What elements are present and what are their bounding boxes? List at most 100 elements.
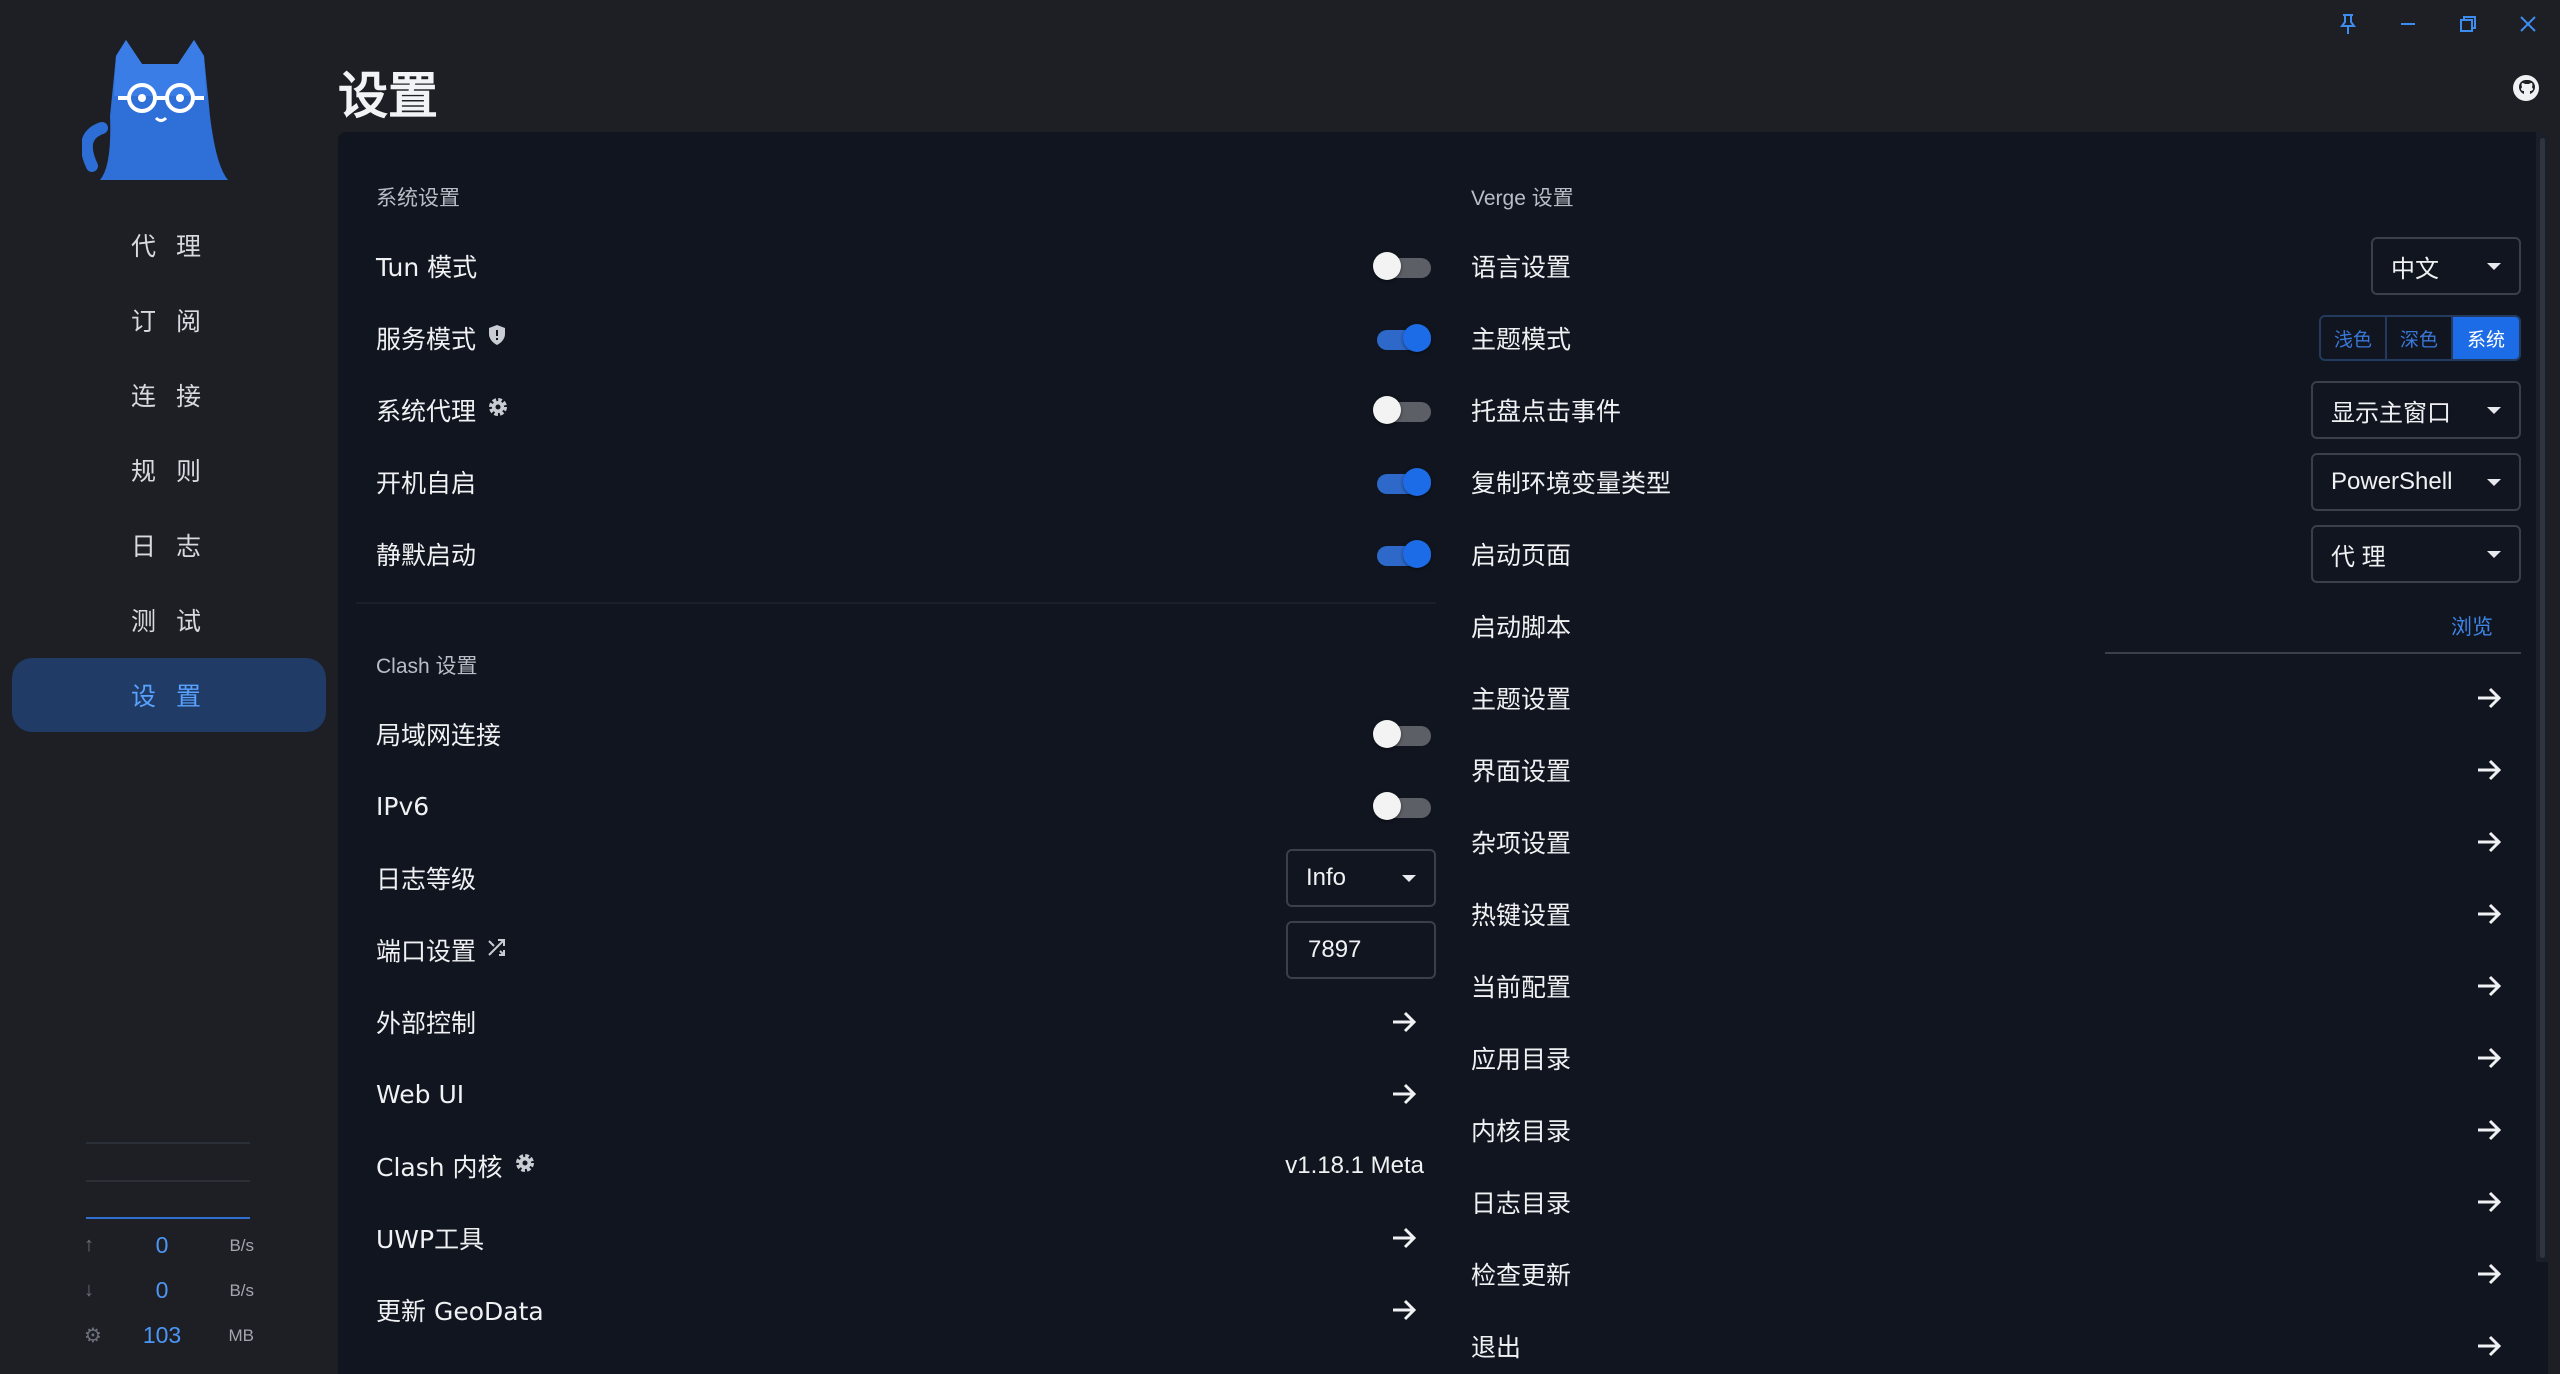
pin-icon[interactable] [2334, 10, 2362, 38]
check-update-row[interactable]: 检查更新 [1471, 1238, 2521, 1310]
system-proxy-label: 系统代理 [376, 397, 477, 426]
theme-option-system[interactable]: 系统 [2453, 317, 2519, 359]
arrow-right-icon[interactable] [2469, 1038, 2509, 1078]
scrollbar-thumb[interactable] [2540, 138, 2545, 1258]
service-mode-row: 服务模式 [376, 302, 1436, 374]
arrow-right-icon[interactable] [2469, 1326, 2509, 1366]
tray-click-value: 显示主窗口 [2331, 399, 2451, 427]
tun-mode-label: Tun 模式 [376, 253, 478, 282]
current-config-label: 当前配置 [1471, 973, 1572, 1002]
memory-icon: ⚙ [84, 1325, 102, 1347]
theme-option-light[interactable]: 浅色 [2321, 317, 2387, 359]
theme-mode-row: 主题模式 浅色 深色 系统 [1471, 302, 2521, 374]
gear-icon[interactable] [513, 1151, 537, 1181]
hotkey-setting-row[interactable]: 热键设置 [1471, 878, 2521, 950]
shield-icon[interactable] [486, 323, 508, 353]
ipv6-label: IPv6 [376, 791, 430, 821]
sidebar-item-test[interactable]: 测 试 [12, 583, 326, 657]
arrow-right-icon[interactable] [2469, 750, 2509, 790]
start-page-value: 代 理 [2331, 543, 2386, 571]
minimize-icon[interactable] [2394, 10, 2422, 38]
arrow-right-icon[interactable] [2469, 894, 2509, 934]
sidebar-item-connections[interactable]: 连 接 [12, 358, 326, 432]
copy-env-select[interactable]: PowerShell [2311, 453, 2521, 511]
system-settings-title: 系统设置 [376, 187, 460, 210]
external-control-row[interactable]: 外部控制 [376, 986, 1436, 1058]
browse-button[interactable]: 浏览 [2451, 611, 2493, 641]
port-input[interactable]: 7897 [1286, 921, 1436, 979]
arrow-up-icon: ↑ [84, 1234, 94, 1256]
autostart-switch[interactable] [1373, 468, 1431, 496]
arrow-right-icon[interactable] [1384, 1218, 1424, 1258]
service-mode-switch[interactable] [1373, 324, 1431, 352]
sidebar-item-rules[interactable]: 规 则 [12, 433, 326, 507]
system-proxy-row: 系统代理 [376, 374, 1436, 446]
shuffle-icon[interactable] [486, 936, 508, 965]
arrow-right-icon[interactable] [2469, 822, 2509, 862]
app-dir-row[interactable]: 应用目录 [1471, 1022, 2521, 1094]
sidebar-item-proxy[interactable]: 代 理 [12, 208, 326, 282]
arrow-right-icon[interactable] [2469, 1182, 2509, 1222]
log-level-select[interactable]: Info [1286, 849, 1436, 907]
sidebar-item-profiles[interactable]: 订 阅 [12, 283, 326, 357]
hotkey-setting-label: 热键设置 [1471, 901, 1572, 930]
window-controls [2334, 10, 2542, 38]
tray-click-label: 托盘点击事件 [1471, 397, 1622, 426]
gear-icon[interactable] [486, 395, 510, 425]
app-dir-label: 应用目录 [1471, 1045, 1572, 1074]
ui-setting-row[interactable]: 界面设置 [1471, 734, 2521, 806]
port-row: 端口设置 7897 [376, 914, 1436, 986]
core-dir-row[interactable]: 内核目录 [1471, 1094, 2521, 1166]
download-value: 0 [155, 1277, 169, 1303]
misc-setting-row[interactable]: 杂项设置 [1471, 806, 2521, 878]
caret-down-icon [1402, 874, 1416, 882]
upload-unit: B/s [229, 1235, 254, 1255]
autostart-label: 开机自启 [376, 469, 477, 498]
tun-mode-switch[interactable] [1373, 252, 1431, 280]
github-icon[interactable] [2510, 72, 2542, 104]
arrow-down-icon: ↓ [84, 1279, 94, 1301]
language-value: 中文 [2391, 255, 2439, 283]
close-icon[interactable] [2514, 10, 2542, 38]
arrow-right-icon[interactable] [2469, 678, 2509, 718]
theme-setting-row[interactable]: 主题设置 [1471, 662, 2521, 734]
memory-usage: ⚙ 103 MB [84, 1322, 254, 1349]
core-dir-label: 内核目录 [1471, 1117, 1572, 1146]
log-level-row: 日志等级 Info [376, 842, 1436, 914]
current-config-row[interactable]: 当前配置 [1471, 950, 2521, 1022]
traffic-graph-line [86, 1180, 250, 1182]
exit-row[interactable]: 退出 [1471, 1310, 2521, 1374]
update-geodata-row[interactable]: 更新 GeoData [376, 1274, 1436, 1346]
start-page-select[interactable]: 代 理 [2311, 525, 2521, 583]
uwp-tool-row[interactable]: UWP工具 [376, 1202, 1436, 1274]
language-select[interactable]: 中文 [2371, 237, 2521, 295]
ipv6-switch[interactable] [1373, 792, 1431, 820]
caret-down-icon [2487, 550, 2501, 558]
theme-option-dark[interactable]: 深色 [2387, 317, 2453, 359]
arrow-right-icon[interactable] [2469, 1254, 2509, 1294]
restore-icon[interactable] [2454, 10, 2482, 38]
language-row: 语言设置 中文 [1471, 230, 2521, 302]
scrollbar[interactable] [2536, 132, 2548, 1262]
arrow-right-icon[interactable] [2469, 1110, 2509, 1150]
web-ui-row[interactable]: Web UI [376, 1058, 1436, 1130]
sidebar-item-settings[interactable]: 设 置 [12, 658, 326, 732]
arrow-right-icon[interactable] [1384, 1002, 1424, 1042]
copy-env-row: 复制环境变量类型 PowerShell [1471, 446, 2521, 518]
misc-setting-label: 杂项设置 [1471, 829, 1572, 858]
sidebar-item-logs[interactable]: 日 志 [12, 508, 326, 582]
start-script-input[interactable] [2105, 652, 2521, 654]
arrow-right-icon[interactable] [2469, 966, 2509, 1006]
update-geodata-label: 更新 GeoData [376, 1297, 544, 1326]
log-dir-row[interactable]: 日志目录 [1471, 1166, 2521, 1238]
caret-down-icon [2487, 406, 2501, 414]
system-proxy-switch[interactable] [1373, 396, 1431, 424]
sidebar-nav: 代 理 订 阅 连 接 规 则 日 志 测 试 设 置 [12, 208, 326, 733]
lan-label: 局域网连接 [376, 721, 502, 750]
silent-start-switch[interactable] [1373, 540, 1431, 568]
arrow-right-icon[interactable] [1384, 1290, 1424, 1330]
arrow-right-icon[interactable] [1384, 1074, 1424, 1114]
tray-click-select[interactable]: 显示主窗口 [2311, 381, 2521, 439]
lan-switch[interactable] [1373, 720, 1431, 748]
memory-unit: MB [228, 1325, 255, 1345]
